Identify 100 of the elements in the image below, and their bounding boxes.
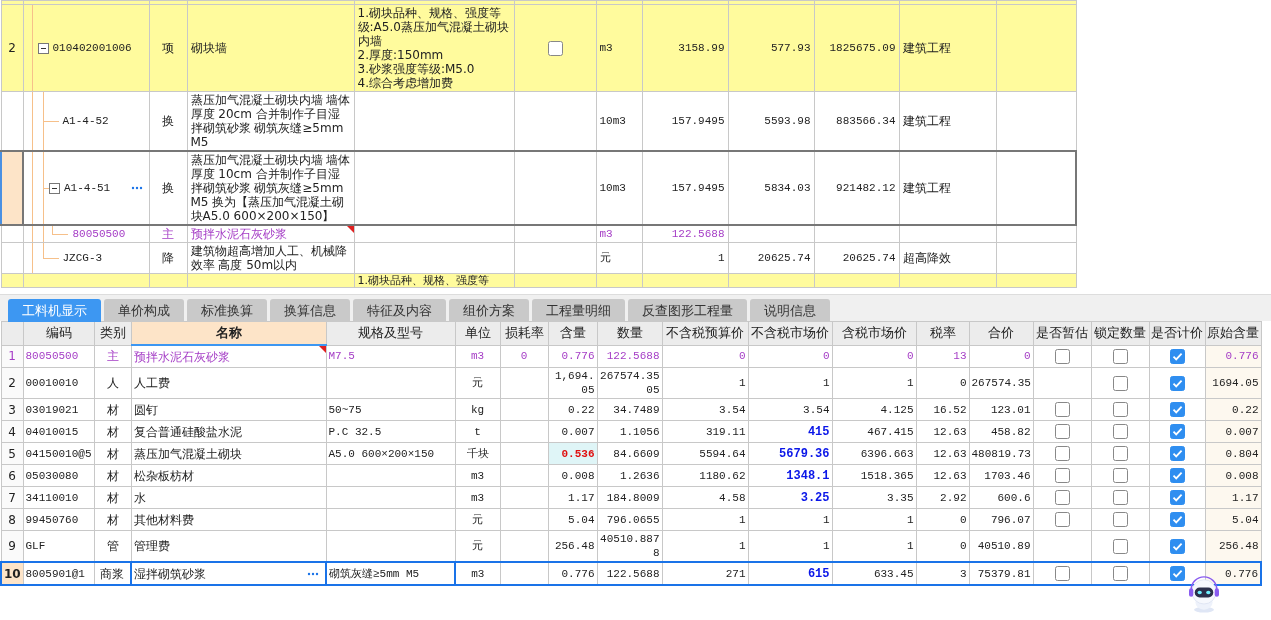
collapse-icon[interactable]: [37, 42, 49, 54]
budget-price: 319.11: [705, 425, 746, 438]
checkbox[interactable]: [1169, 468, 1185, 483]
checkbox[interactable]: [1112, 512, 1128, 527]
tab[interactable]: 换算信息: [270, 299, 350, 322]
checkbox[interactable]: [1169, 348, 1185, 364]
column-header[interactable]: 税率: [916, 321, 969, 345]
tab[interactable]: 特征及内容: [353, 299, 446, 322]
unit: m3: [470, 350, 485, 363]
column-header[interactable]: 锁定数量: [1091, 321, 1149, 345]
checkbox[interactable]: [1054, 402, 1070, 417]
checkbox[interactable]: [1169, 512, 1185, 527]
unit-price: 577.93: [770, 42, 811, 54]
ellipsis-button[interactable]: [307, 571, 319, 576]
item-code: 010402001006: [52, 41, 132, 55]
budget-price: 5594.64: [699, 447, 746, 460]
checkbox[interactable]: [1169, 424, 1185, 439]
column-header[interactable]: 规格及型号: [326, 321, 455, 345]
checkbox[interactable]: [1112, 566, 1128, 581]
checkbox[interactable]: [547, 40, 563, 56]
checkbox[interactable]: [1054, 490, 1070, 505]
checkbox[interactable]: [1112, 402, 1128, 417]
checkbox[interactable]: [1112, 348, 1128, 364]
checkbox[interactable]: [1169, 446, 1185, 461]
market-price: 3.54: [803, 403, 830, 416]
spec: P.C 32.5: [328, 425, 382, 438]
unit-price: 5834.03: [764, 182, 811, 194]
tax-rate: 0: [959, 377, 967, 389]
checkbox[interactable]: [1054, 566, 1070, 581]
checkbox[interactable]: [1169, 402, 1185, 417]
tab[interactable]: 说明信息: [750, 299, 830, 322]
tab[interactable]: 工程量明细: [532, 299, 625, 322]
item-type: 项: [162, 41, 174, 55]
original-content: 0.804: [1225, 447, 1259, 460]
resource-name: 蒸压加气混凝土砌块: [133, 446, 242, 461]
row-number: 4: [8, 424, 16, 439]
resource-name: 其他材料费: [133, 512, 194, 527]
checkbox[interactable]: [1169, 566, 1185, 581]
quantity: 34.7489: [613, 403, 660, 416]
tax-market-price: 3.35: [887, 491, 914, 504]
total-price: 1825675.09: [829, 42, 896, 54]
content-amount: 0.008: [561, 469, 595, 482]
tax-market-price: 6396.663: [860, 447, 914, 460]
column-header[interactable]: 含税市场价: [832, 321, 916, 345]
column-header[interactable]: 是否计价: [1149, 321, 1205, 345]
checkbox[interactable]: [1169, 538, 1185, 554]
original-content: 5.04: [1232, 513, 1259, 526]
column-header[interactable]: 是否暂估: [1033, 321, 1091, 345]
checkbox[interactable]: [1112, 468, 1128, 483]
resource-type: 材: [106, 402, 119, 417]
unit: m3: [599, 42, 613, 54]
total-price: 480819.73: [971, 447, 1031, 460]
total-price: 40510.89: [977, 540, 1031, 552]
row-number: 3: [8, 402, 16, 417]
row-number: 10: [4, 566, 21, 581]
resource-name: 湿拌砌筑砂浆: [134, 566, 206, 581]
resource-name: 水: [133, 490, 146, 505]
unit: kg: [470, 403, 485, 416]
checkbox[interactable]: [1054, 446, 1070, 461]
row-number: 2: [8, 376, 16, 390]
checkbox[interactable]: [1112, 538, 1128, 554]
row-number: 2: [8, 41, 16, 55]
market-price: 1: [822, 513, 830, 526]
checkbox[interactable]: [1054, 348, 1070, 364]
checkbox[interactable]: [1054, 424, 1070, 439]
resource-code: 8005901@1: [25, 567, 85, 580]
tab[interactable]: 标准换算: [187, 299, 267, 322]
content-amount: 0.22: [568, 403, 595, 416]
column-header[interactable]: 合价: [969, 321, 1033, 345]
category: 建筑工程: [902, 114, 951, 128]
checkbox[interactable]: [1054, 468, 1070, 483]
resource-type: 商浆: [100, 566, 125, 581]
tab[interactable]: 组价方案: [449, 299, 529, 322]
column-header[interactable]: 名称: [131, 321, 326, 345]
content-amount: 1,694.05: [554, 370, 595, 396]
resource-type: 人: [106, 376, 119, 390]
original-content: 0.776: [1225, 567, 1258, 580]
budget-price: 3.54: [719, 403, 746, 416]
total-price: 267574.35: [971, 377, 1031, 389]
tab[interactable]: 反查图形工程量: [628, 299, 747, 322]
resource-name: 复合普通硅酸盐水泥: [133, 424, 242, 439]
checkbox[interactable]: [1112, 375, 1128, 391]
unit: m3: [599, 228, 613, 240]
tax-market-price: 0: [906, 350, 914, 363]
checkbox[interactable]: [1112, 424, 1128, 439]
checkbox[interactable]: [1169, 490, 1185, 505]
resource-type: 材: [106, 512, 119, 527]
quantity: 1.1056: [619, 425, 660, 438]
checkbox[interactable]: [1054, 512, 1070, 527]
unit: 10m3: [599, 115, 626, 127]
checkbox[interactable]: [1112, 490, 1128, 505]
ellipsis-button[interactable]: [130, 186, 143, 190]
collapse-icon[interactable]: [49, 182, 60, 194]
column-header[interactable]: 原始含量: [1205, 321, 1261, 345]
item-name: 蒸压加气混凝土砌块内墙 墙体厚度 20cm 合并制作子目湿拌砌筑砂浆 砌筑灰缝≥5mm M5: [190, 93, 351, 149]
tab[interactable]: 单价构成: [104, 299, 184, 322]
checkbox[interactable]: [1112, 446, 1128, 461]
checkbox[interactable]: [1169, 375, 1185, 391]
resource-type: 材: [106, 490, 119, 505]
resource-code: 80050500: [25, 350, 79, 363]
